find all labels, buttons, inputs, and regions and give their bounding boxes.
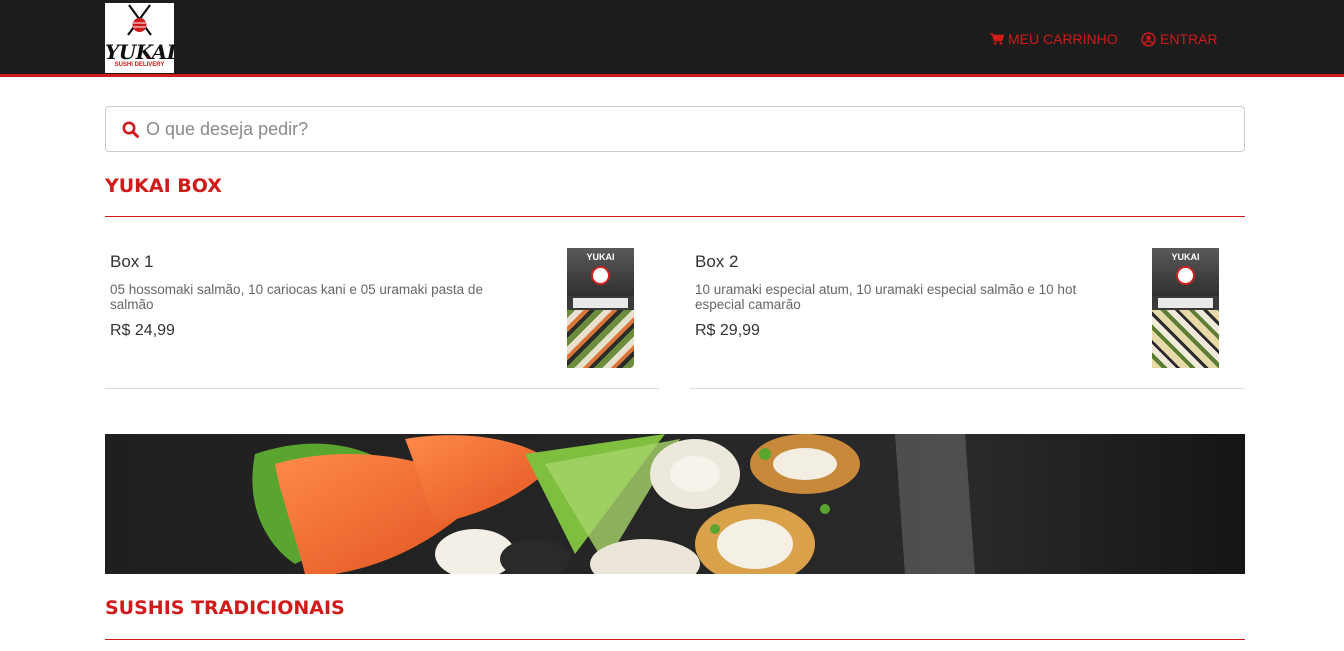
thumb-info-band	[1158, 298, 1213, 308]
section-divider	[105, 216, 1245, 217]
product-card-box-1[interactable]: Box 1 05 hossomaki salmão, 10 cariocas k…	[105, 230, 660, 389]
chopsticks-icon	[127, 4, 152, 36]
search-bar	[105, 106, 1245, 152]
product-name: Box 2	[695, 252, 739, 271]
login-label: ENTRAR	[1160, 31, 1218, 47]
thumb-brand: YUKAI	[1171, 252, 1200, 262]
search-input[interactable]	[146, 107, 1236, 151]
search-icon	[122, 121, 139, 138]
my-cart-label: MEU CARRINHO	[1008, 31, 1118, 47]
product-name: Box 1	[110, 252, 154, 271]
product-price: R$ 24,99	[110, 322, 175, 339]
my-cart-link[interactable]: MEU CARRINHO	[990, 30, 1118, 48]
brand-logo[interactable]: YUKAI SUSHI DELIVERY	[105, 3, 176, 73]
product-image[interactable]: YUKAI	[1152, 248, 1219, 368]
logo-wordmark: YUKAI	[105, 40, 176, 64]
sushi-photo	[105, 434, 1245, 574]
product-description: 05 hossomaki salmão, 10 cariocas kani e …	[110, 282, 483, 312]
top-navbar: YUKAI SUSHI DELIVERY MEU CARRINHO ENTRAR	[0, 0, 1344, 77]
product-card-box-2[interactable]: Box 2 10 uramaki especial atum, 10 urama…	[690, 230, 1245, 389]
login-link[interactable]: ENTRAR	[1141, 30, 1218, 48]
section-title-yukai-box: YUKAI BOX	[105, 175, 222, 197]
section-banner-image	[105, 434, 1245, 574]
thumb-logo-badge	[591, 266, 610, 285]
section-title-sushis-tradicionais: SUSHIS TRADICIONAIS	[105, 597, 345, 619]
logo-subtitle: SUSHI DELIVERY	[114, 62, 165, 68]
thumb-sushi-photo	[567, 310, 634, 368]
thumb-brand: YUKAI	[586, 252, 615, 262]
cart-icon	[990, 33, 1004, 45]
thumb-sushi-photo	[1152, 310, 1219, 368]
thumb-info-band	[573, 298, 628, 308]
product-image[interactable]: YUKAI	[567, 248, 634, 368]
thumb-logo-badge	[1176, 266, 1195, 285]
product-price: R$ 29,99	[695, 322, 760, 339]
section-divider	[105, 639, 1245, 640]
product-description: 10 uramaki especial atum, 10 uramaki esp…	[695, 282, 1077, 312]
user-circle-icon	[1141, 31, 1156, 47]
